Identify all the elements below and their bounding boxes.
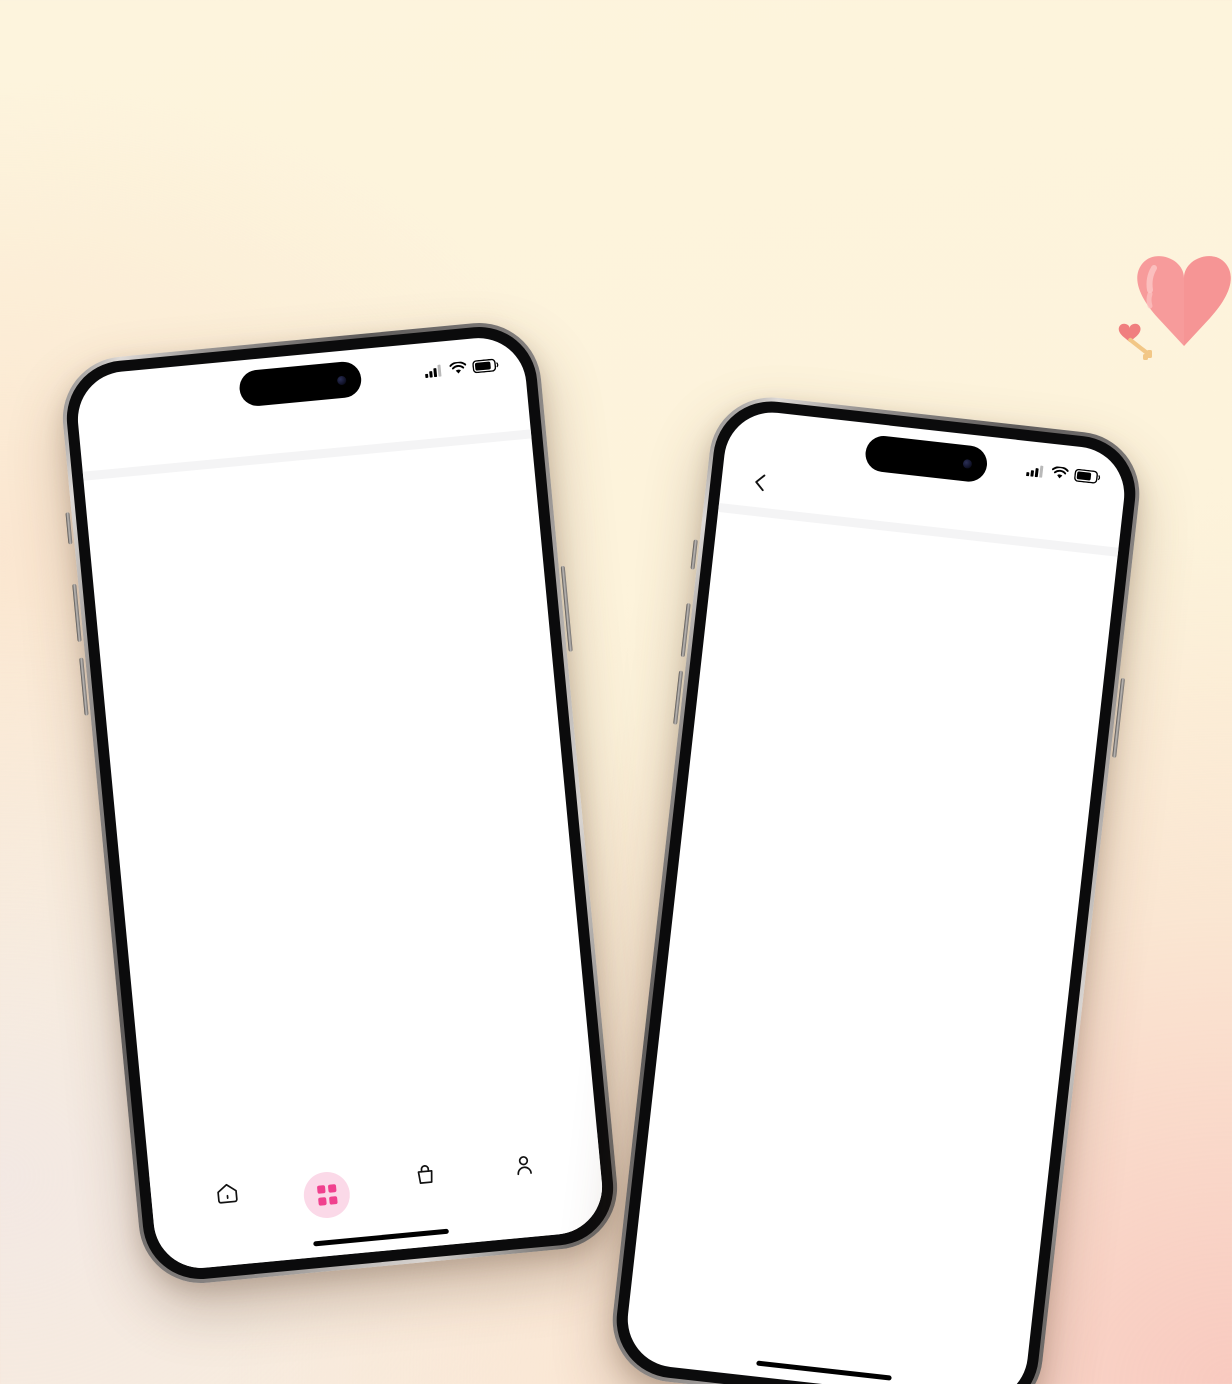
tab-bag[interactable] bbox=[393, 1160, 457, 1195]
battery-icon bbox=[472, 358, 500, 378]
tab-home[interactable] bbox=[195, 1179, 259, 1214]
cellular-signal-icon bbox=[1025, 463, 1046, 483]
hero-header bbox=[0, 0, 1232, 92]
bag-icon bbox=[412, 1162, 439, 1193]
profile-icon bbox=[511, 1152, 538, 1183]
front-camera-icon bbox=[336, 375, 347, 385]
heart-key-icon bbox=[1118, 238, 1232, 373]
phone-mockup-personalized bbox=[606, 391, 1146, 1384]
tab-profile[interactable] bbox=[492, 1150, 556, 1185]
wifi-icon bbox=[1050, 466, 1069, 486]
tab-category[interactable] bbox=[294, 1169, 361, 1228]
back-button[interactable] bbox=[746, 468, 775, 497]
home-icon bbox=[214, 1180, 241, 1211]
front-camera-icon bbox=[962, 458, 973, 469]
products-scroll-area[interactable] bbox=[623, 512, 1118, 1384]
grid-icon bbox=[302, 1169, 353, 1221]
battery-icon bbox=[1073, 468, 1101, 489]
wifi-icon bbox=[449, 361, 468, 381]
chevron-left-icon bbox=[755, 474, 766, 492]
cellular-signal-icon bbox=[424, 363, 445, 383]
phone-mockup-categories bbox=[57, 317, 623, 1289]
